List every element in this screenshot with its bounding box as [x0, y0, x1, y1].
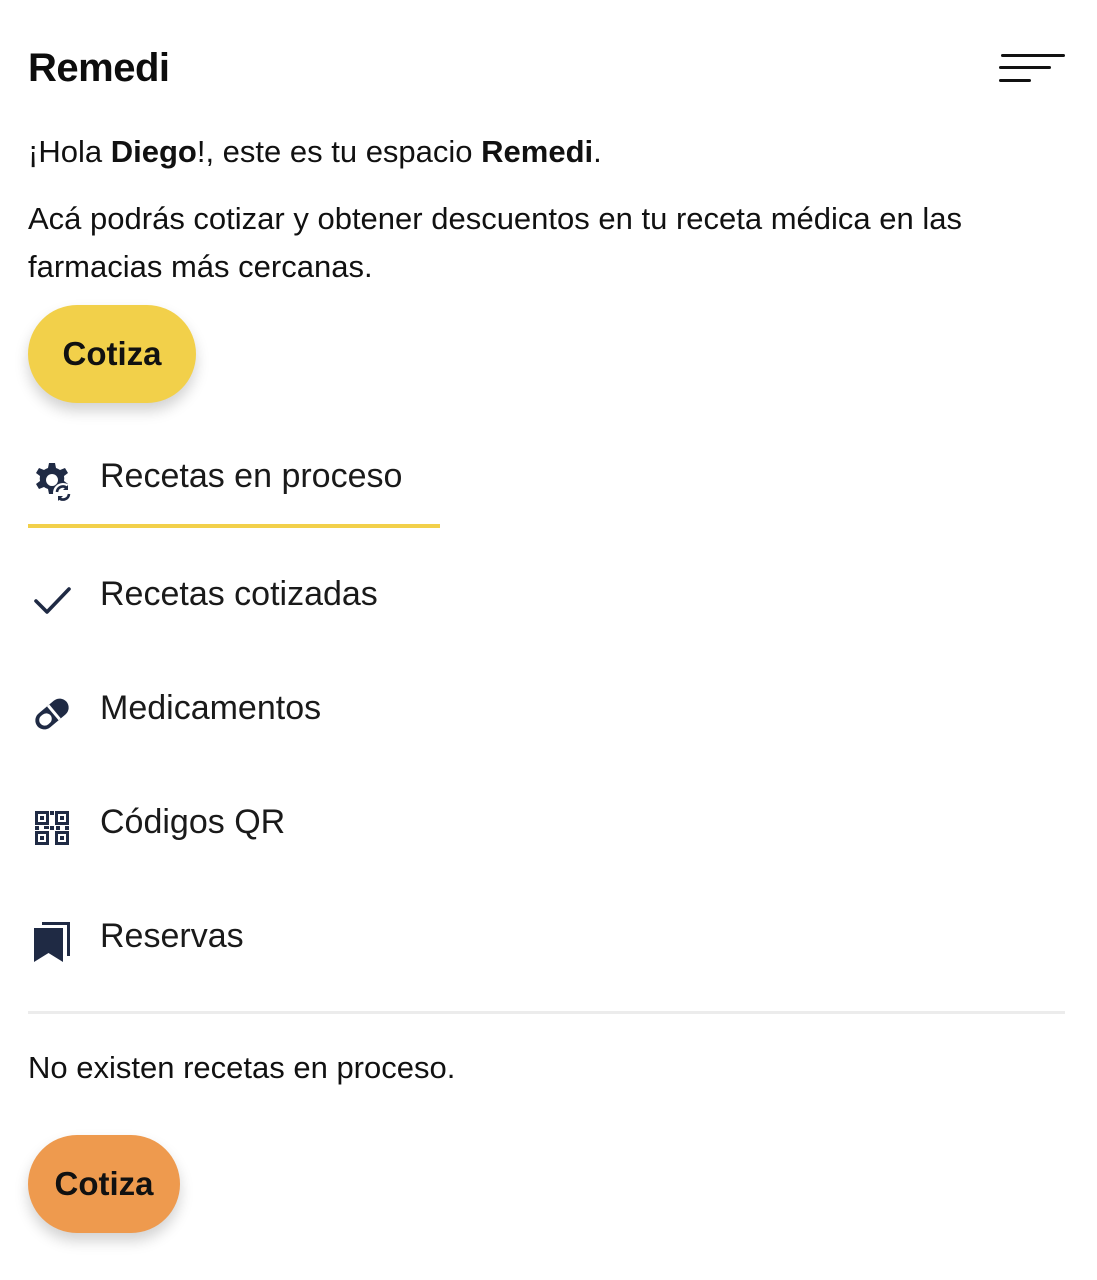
- tab-reservas[interactable]: Reservas: [28, 900, 528, 984]
- brand-name: Remedi: [481, 134, 594, 169]
- cotiza-button-bottom[interactable]: Cotiza: [28, 1135, 180, 1233]
- app-header: Remedi: [28, 40, 1065, 100]
- tab-label: Reservas: [100, 917, 244, 955]
- pill-icon: [35, 698, 69, 730]
- tab-codigos-qr[interactable]: Códigos QR: [28, 786, 528, 870]
- menu-lines-icon[interactable]: [999, 52, 1065, 86]
- greeting-suffix: .: [593, 134, 602, 169]
- tab-recetas-cotizadas[interactable]: Recetas cotizadas: [28, 558, 528, 642]
- intro-text: Acá podrás cotizar y obtener descuentos …: [28, 201, 962, 284]
- tab-label: Códigos QR: [100, 803, 286, 841]
- bookmark-icon: [34, 922, 70, 962]
- empty-state-message: No existen recetas en proceso.: [28, 1050, 456, 1085]
- app-title: Remedi: [28, 46, 170, 90]
- tab-medicamentos[interactable]: Medicamentos: [28, 672, 528, 756]
- greeting-text: ¡Hola Diego!, este es tu espacio Remedi.: [28, 134, 602, 170]
- greeting-prefix: ¡Hola: [28, 134, 111, 169]
- cotiza-button-top[interactable]: Cotiza: [28, 305, 196, 403]
- tab-label: Medicamentos: [100, 689, 322, 727]
- tab-label: Recetas en proceso: [100, 457, 403, 495]
- content-divider: [28, 1011, 1065, 1014]
- tab-recetas-en-proceso[interactable]: Recetas en proceso: [28, 440, 440, 528]
- qr-code-icon: [35, 811, 69, 845]
- check-icon: [34, 587, 71, 614]
- tab-label: Recetas cotizadas: [100, 575, 378, 613]
- greeting-middle: !, este es tu espacio: [196, 134, 482, 169]
- gear-sync-icon: [36, 463, 73, 503]
- user-name: Diego: [110, 134, 197, 169]
